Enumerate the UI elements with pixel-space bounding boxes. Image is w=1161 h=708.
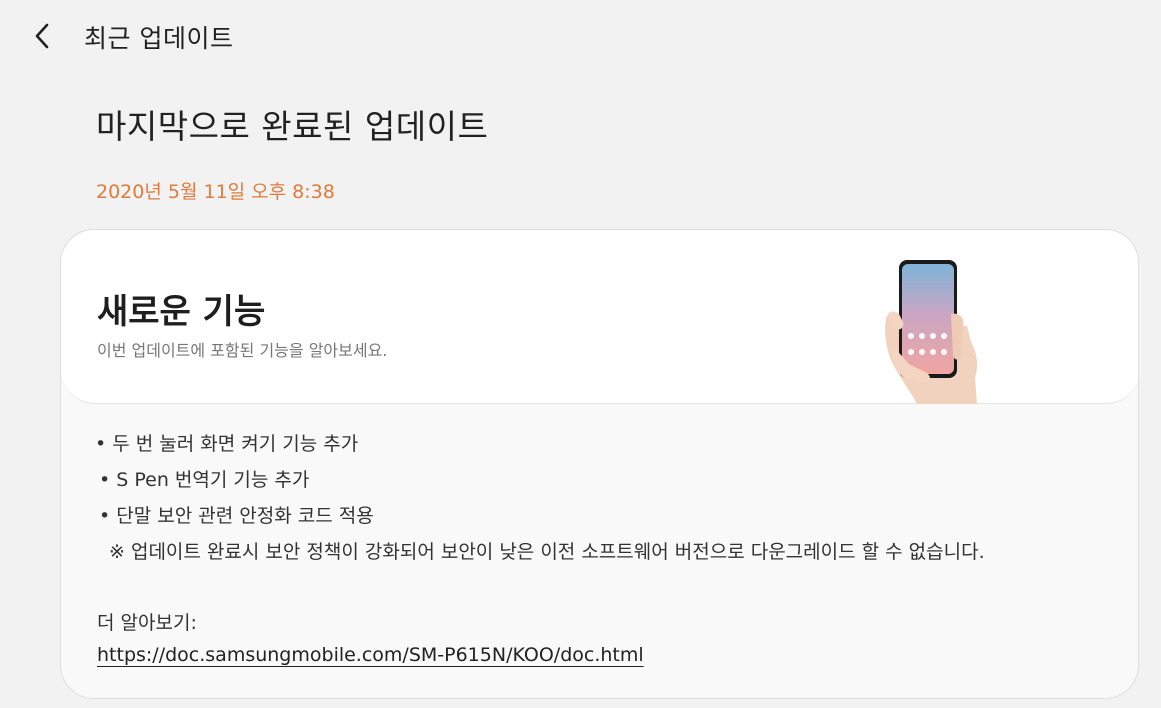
- chevron-left-icon: [35, 23, 49, 49]
- update-date: 2020년 5월 11일 오후 8:38: [96, 181, 335, 203]
- release-notes-list: • 두 번 눌러 화면 켜기 기능 추가 • S Pen 번역기 기능 추가 •…: [95, 426, 985, 570]
- learn-more-label: 더 알아보기:: [97, 612, 197, 634]
- back-button[interactable]: [22, 16, 62, 56]
- release-note-item: • 두 번 눌러 화면 켜기 기능 추가: [95, 433, 359, 455]
- release-note-item: • S Pen 번역기 기능 추가: [99, 469, 310, 491]
- learn-more-link[interactable]: https://doc.samsungmobile.com/SM-P615N/K…: [97, 644, 644, 666]
- card-title: 새로운 기능: [97, 292, 266, 332]
- app-bar-title: 최근 업데이트: [84, 24, 234, 53]
- card-header: 새로운 기능 이번 업데이트에 포함된 기능을 알아보세요.: [61, 230, 1138, 404]
- release-note-item: • 단말 보안 관련 안정화 코드 적용: [99, 505, 374, 527]
- top-app-bar: 최근 업데이트: [0, 0, 1161, 78]
- release-note-warning: ※ 업데이트 완료시 보안 정책이 강화되어 보안이 낮은 이전 소프트웨어 버…: [109, 541, 985, 563]
- hand-holding-phone-icon: [885, 260, 978, 404]
- whats-new-card: 새로운 기능 이번 업데이트에 포함된 기능을 알아보세요. • 두 번 눌러 …: [60, 229, 1139, 699]
- page-heading: 마지막으로 완료된 업데이트: [96, 107, 489, 146]
- card-subtitle: 이번 업데이트에 포함된 기능을 알아보세요.: [97, 341, 388, 360]
